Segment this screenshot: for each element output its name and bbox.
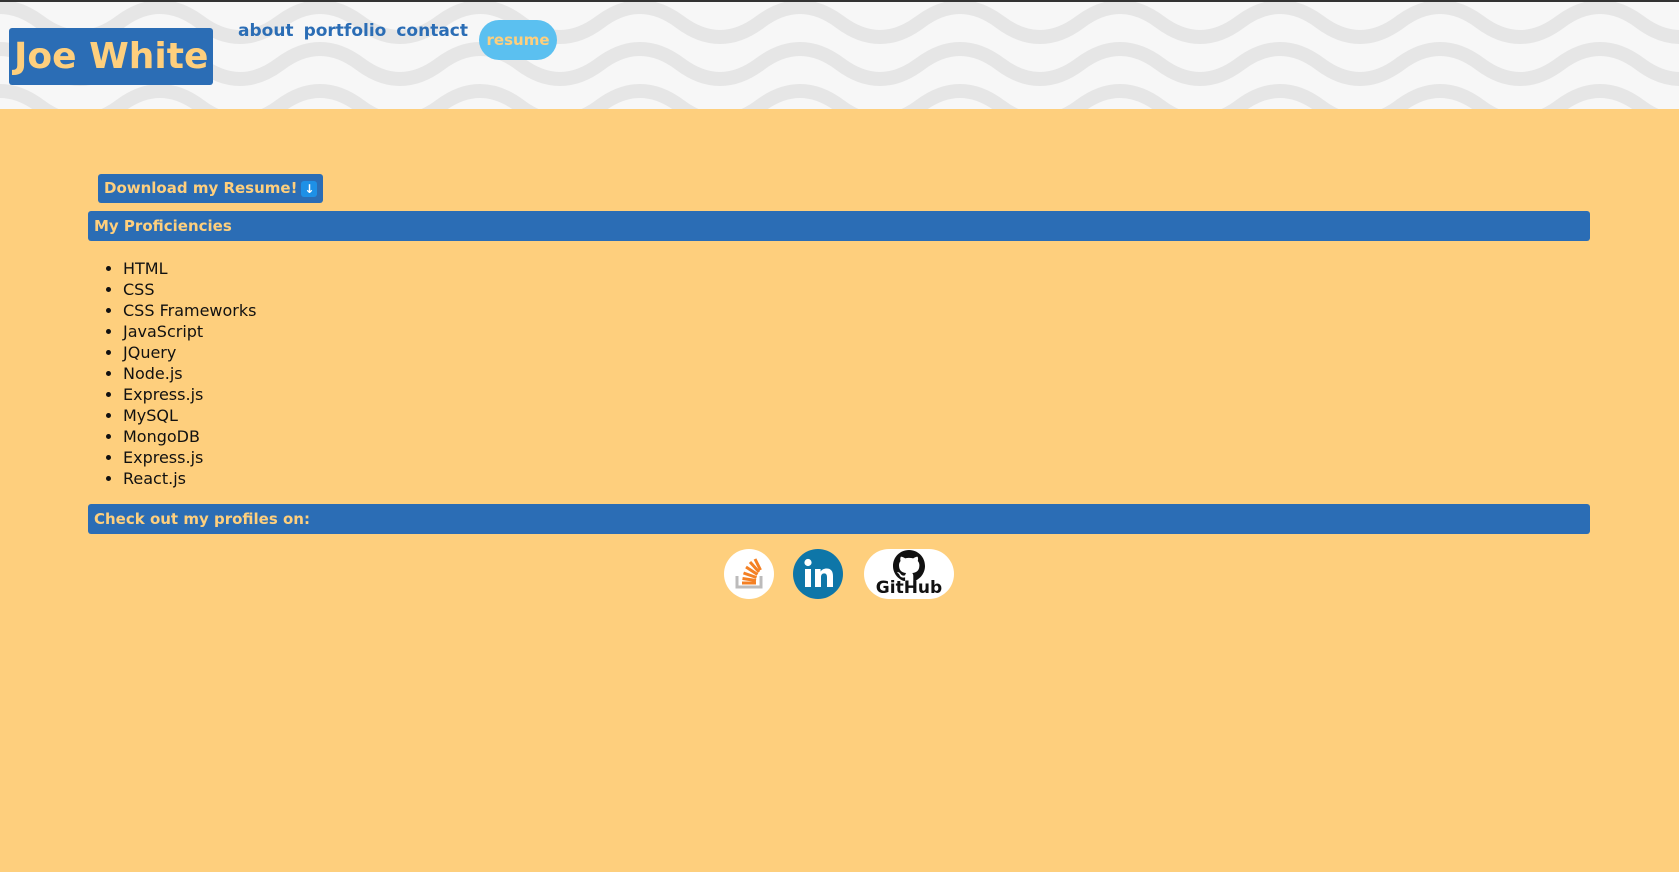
- download-resume-button[interactable]: Download my Resume! ↓: [98, 174, 324, 203]
- list-item: MongoDB: [123, 426, 256, 447]
- list-item: CSS Frameworks: [123, 300, 256, 321]
- stackoverflow-icon: [735, 558, 763, 589]
- linkedin-icon: [804, 558, 833, 587]
- nav-contact[interactable]: contact: [396, 20, 468, 42]
- list-item: HTML: [123, 258, 256, 279]
- list-item: React.js: [123, 468, 256, 489]
- list-item: JQuery: [123, 342, 256, 363]
- profiles-heading: Check out my profiles on:: [88, 504, 1590, 534]
- download-resume-label: Download my Resume!: [104, 179, 298, 197]
- list-item: MySQL: [123, 405, 256, 426]
- site-header: Joe White about portfolio contact resume: [0, 0, 1679, 109]
- download-arrow-icon: ↓: [301, 180, 318, 197]
- nav-portfolio[interactable]: portfolio: [304, 20, 387, 42]
- brand-logo[interactable]: Joe White: [9, 28, 214, 85]
- stackoverflow-link[interactable]: [724, 549, 774, 599]
- list-item: JavaScript: [123, 321, 256, 342]
- github-link[interactable]: GitHub: [864, 549, 954, 599]
- linkedin-link[interactable]: [793, 549, 843, 599]
- nav-about[interactable]: about: [238, 20, 294, 42]
- github-label: GitHub: [875, 578, 943, 598]
- list-item: Node.js: [123, 363, 256, 384]
- list-item: Express.js: [123, 384, 256, 405]
- list-item: CSS: [123, 279, 256, 300]
- profile-links: GitHub: [0, 549, 1679, 599]
- proficiencies-heading: My Proficiencies: [88, 211, 1590, 241]
- main-nav: about portfolio contact resume: [238, 20, 558, 60]
- nav-resume-active[interactable]: resume: [479, 20, 558, 60]
- proficiencies-list: HTML CSS CSS Frameworks JavaScript JQuer…: [100, 258, 256, 489]
- list-item: Express.js: [123, 447, 256, 468]
